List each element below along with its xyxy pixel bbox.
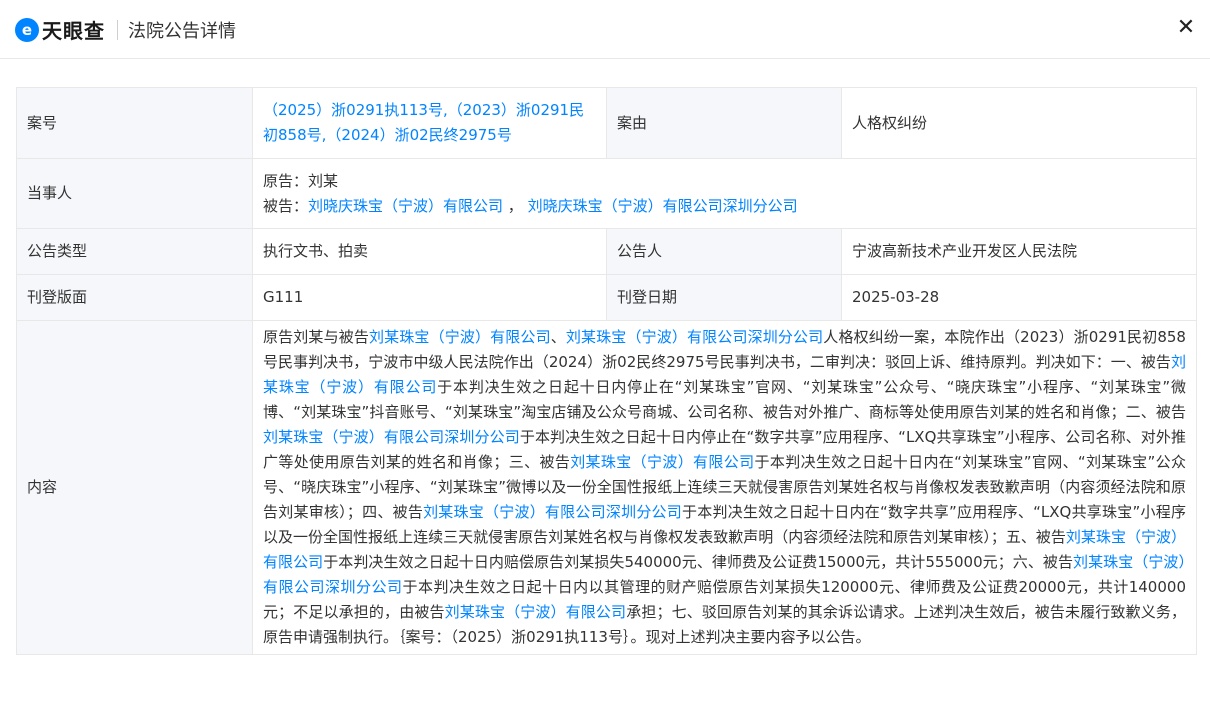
value-cause: 人格权纠纷 — [841, 87, 1197, 159]
company-link[interactable]: 刘某珠宝（宁波）有限公司深圳分公司 — [423, 503, 682, 521]
content-text-segment: 原告刘某与被告 — [263, 328, 369, 346]
value-announcer: 宁波高新技术产业开发区人民法院 — [841, 228, 1197, 275]
label-parties: 当事人 — [16, 158, 253, 229]
company-link[interactable]: 刘某珠宝（宁波）有限公司深圳分公司 — [263, 428, 520, 446]
plaintiff-prefix: 原告： — [263, 171, 309, 190]
defendant-separator: ， — [503, 196, 528, 215]
label-announcer: 公告人 — [606, 228, 842, 275]
plaintiff-line: 原告：刘某 — [263, 169, 1186, 194]
value-page: G111 — [252, 274, 607, 321]
label-cause: 案由 — [606, 87, 842, 159]
value-content: 原告刘某与被告刘某珠宝（宁波）有限公司、刘某珠宝（宁波）有限公司深圳分公司人格权… — [252, 320, 1197, 655]
content-text-segment: 、 — [550, 328, 566, 346]
label-case-no: 案号 — [16, 87, 253, 159]
header-divider — [117, 19, 118, 40]
company-link[interactable]: 刘某珠宝（宁波）有限公司 — [445, 603, 627, 621]
row-content: 内容 原告刘某与被告刘某珠宝（宁波）有限公司、刘某珠宝（宁波）有限公司深圳分公司… — [16, 320, 1197, 655]
row-type: 公告类型 执行文书、拍卖 公告人 宁波高新技术产业开发区人民法院 — [16, 228, 1197, 275]
tianyancha-logo-icon: e — [15, 17, 39, 42]
page-title: 法院公告详情 — [128, 20, 236, 42]
row-parties: 当事人 原告：刘某 被告：刘晓庆珠宝（宁波）有限公司 ， 刘晓庆珠宝（宁波）有限… — [16, 158, 1197, 229]
defendant-link[interactable]: 刘晓庆珠宝（宁波）有限公司 — [308, 197, 503, 215]
label-date: 刊登日期 — [606, 274, 842, 321]
company-link[interactable]: 刘某珠宝（宁波）有限公司 — [369, 328, 551, 346]
company-link[interactable]: 刘某珠宝（宁波）有限公司 — [570, 453, 754, 471]
case-no-link[interactable]: （2025）浙0291执113号,（2023）浙0291民初858号,（2024… — [263, 101, 584, 144]
header: e 天眼查 法院公告详情 ✕ — [0, 0, 1210, 59]
value-type: 执行文书、拍卖 — [252, 228, 607, 275]
defendant-prefix: 被告： — [263, 196, 309, 215]
value-parties: 原告：刘某 被告：刘晓庆珠宝（宁波）有限公司 ， 刘晓庆珠宝（宁波）有限公司深圳… — [252, 158, 1197, 229]
label-content: 内容 — [16, 320, 253, 655]
announcement-detail-table: 案号 （2025）浙0291执113号,（2023）浙0291民初858号,（2… — [16, 87, 1197, 655]
company-link[interactable]: 刘某珠宝（宁波）有限公司深圳分公司 — [566, 328, 823, 346]
logo-text: 天眼查 — [42, 19, 105, 43]
row-page: 刊登版面 G111 刊登日期 2025-03-28 — [16, 274, 1197, 321]
row-case-no: 案号 （2025）浙0291执113号,（2023）浙0291民初858号,（2… — [16, 87, 1197, 159]
label-page: 刊登版面 — [16, 274, 253, 321]
label-type: 公告类型 — [16, 228, 253, 275]
logo[interactable]: e 天眼查 法院公告详情 — [15, 15, 236, 44]
value-date: 2025-03-28 — [841, 274, 1197, 321]
value-case-no: （2025）浙0291执113号,（2023）浙0291民初858号,（2024… — [252, 87, 607, 159]
content-text: 原告刘某与被告刘某珠宝（宁波）有限公司、刘某珠宝（宁波）有限公司深圳分公司人格权… — [263, 325, 1186, 650]
close-icon[interactable]: ✕ — [1176, 15, 1196, 41]
defendant-link[interactable]: 刘晓庆珠宝（宁波）有限公司深圳分公司 — [528, 197, 798, 215]
plaintiff-name: 刘某 — [308, 171, 339, 190]
defendant-line: 被告：刘晓庆珠宝（宁波）有限公司 ， 刘晓庆珠宝（宁波）有限公司深圳分公司 — [263, 194, 1186, 219]
content-text-segment: 于本判决生效之日起十日内赔偿原告刘某损失540000元、律师费及公证费15000… — [323, 553, 1074, 571]
